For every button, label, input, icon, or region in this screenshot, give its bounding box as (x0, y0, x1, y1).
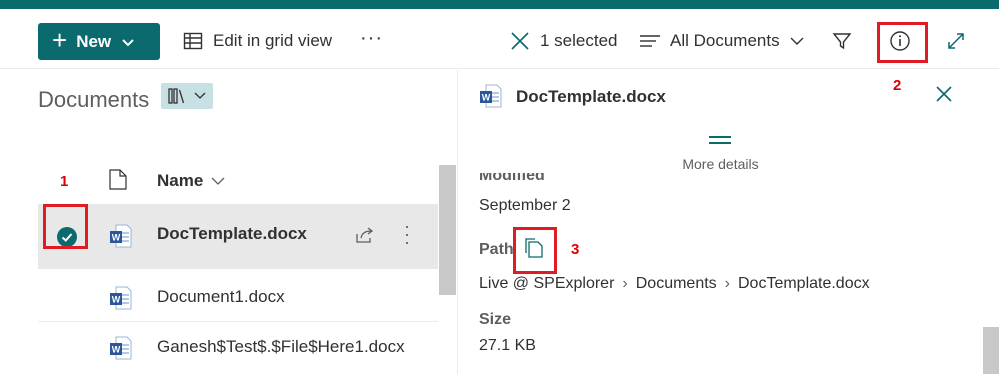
list-view-icon (640, 35, 660, 47)
chevron-down-icon (790, 37, 804, 45)
highlight-box-copy (513, 227, 557, 274)
chevron-down-icon (194, 92, 206, 99)
document-library: Documents 1 Name W DocTemplate.docx · · … (0, 70, 457, 374)
edit-grid-label: Edit in grid view (213, 31, 333, 50)
details-scrollbar-thumb[interactable] (983, 327, 999, 374)
more-icon: ··· (360, 27, 383, 49)
selected-count: 1 selected (540, 31, 618, 50)
drag-handle-icon[interactable] (709, 136, 731, 144)
file-name[interactable]: DocTemplate.docx (157, 224, 307, 244)
plus-icon: + (52, 25, 68, 55)
table-row[interactable]: W Ganesh$Test$.$File$Here1.docx (38, 322, 438, 372)
library-view-toggle[interactable] (161, 83, 213, 109)
expand-button[interactable] (946, 31, 976, 51)
library-icon (168, 88, 185, 104)
svg-text:W: W (112, 295, 121, 305)
file-type-icon[interactable] (109, 169, 127, 190)
more-options-icon[interactable]: · · · (404, 217, 410, 251)
command-bar: + New Edit in grid view ··· 1 selected A… (0, 9, 999, 69)
chevron-right-icon: › (724, 275, 730, 292)
table-row[interactable]: W DocTemplate.docx · · · (38, 204, 438, 269)
edit-grid-button[interactable]: Edit in grid view (183, 31, 332, 51)
size-label: Size (479, 311, 512, 328)
svg-text:W: W (112, 233, 121, 243)
chevron-down-icon (122, 38, 134, 46)
view-switcher[interactable]: All Documents (640, 31, 804, 51)
view-label: All Documents (670, 31, 780, 50)
annotation-3: 3 (571, 241, 580, 258)
new-button[interactable]: + New (38, 23, 160, 60)
filter-button[interactable] (832, 31, 862, 51)
highlight-box-info (877, 22, 928, 63)
modified-label-clipped: Modified (479, 173, 779, 187)
more-details-link[interactable]: More details (458, 156, 983, 172)
modified-value: September 2 (479, 197, 571, 214)
breadcrumb-item[interactable]: DocTemplate.docx (738, 275, 870, 293)
word-doc-icon: W (110, 224, 132, 248)
new-button-label: New (76, 31, 112, 51)
page-title: Documents (38, 87, 150, 112)
column-name-label: Name (157, 171, 204, 190)
path-label: Path (479, 241, 514, 258)
close-icon (511, 32, 529, 50)
word-doc-icon: W (110, 286, 132, 310)
file-name[interactable]: Ganesh$Test$.$File$Here1.docx (157, 337, 405, 357)
more-actions-button[interactable]: ··· (360, 27, 383, 50)
highlight-box-select (43, 204, 88, 249)
filter-icon (832, 33, 852, 50)
details-file-title: DocTemplate.docx (516, 87, 666, 106)
modified-label: Modified (479, 173, 545, 184)
svg-text:W: W (482, 93, 491, 103)
expand-icon (948, 33, 964, 49)
column-header-name[interactable]: Name (157, 171, 225, 191)
path-breadcrumb: Live @ SPExplorer › Documents › DocTempl… (479, 275, 870, 293)
share-icon[interactable] (355, 226, 375, 244)
suite-header-band (0, 0, 999, 9)
column-header-row: Name (0, 165, 440, 195)
svg-text:W: W (112, 345, 121, 355)
grid-icon (183, 32, 203, 50)
scrollbar-thumb[interactable] (439, 165, 456, 295)
clear-selection-button[interactable]: 1 selected (510, 31, 618, 51)
file-name[interactable]: Document1.docx (157, 287, 285, 307)
close-icon[interactable] (936, 86, 952, 102)
table-row[interactable]: W Document1.docx (38, 272, 438, 322)
word-doc-icon: W (480, 84, 502, 108)
breadcrumb-item[interactable]: Live @ SPExplorer (479, 275, 614, 293)
breadcrumb-item[interactable]: Documents (636, 275, 717, 293)
chevron-down-icon (211, 177, 225, 185)
word-doc-icon: W (110, 336, 132, 360)
size-value: 27.1 KB (479, 337, 536, 354)
chevron-right-icon: › (622, 275, 628, 292)
details-pane: W DocTemplate.docx More details Modified… (457, 70, 999, 374)
